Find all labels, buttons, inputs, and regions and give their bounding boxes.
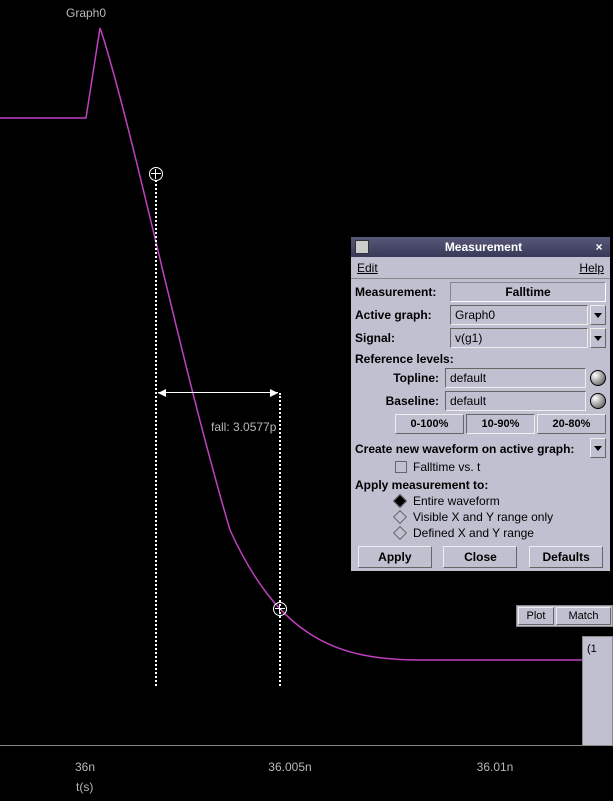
menu-help[interactable]: Help [579, 261, 604, 275]
menubar: Edit Help [351, 257, 610, 279]
pct-0-100-button[interactable]: 0-100% [395, 414, 464, 434]
radio-entire-waveform[interactable] [393, 494, 407, 508]
radio-entire-waveform-label: Entire waveform [413, 494, 500, 508]
tick-1: 36.005n [268, 760, 311, 774]
defaults-button[interactable]: Defaults [529, 546, 603, 568]
falltime-vs-t-checkbox[interactable] [395, 461, 407, 473]
window-icon [355, 240, 369, 254]
close-button[interactable]: Close [443, 546, 517, 568]
titlebar[interactable]: Measurement × [351, 237, 610, 257]
radio-visible-range-label: Visible X and Y range only [413, 510, 553, 524]
signal-dropdown[interactable] [590, 328, 606, 348]
x-axis-label: t(s) [76, 780, 93, 794]
active-graph-field[interactable]: Graph0 [450, 305, 588, 325]
tick-2: 36.01n [477, 760, 514, 774]
topline-label: Topline: [355, 371, 445, 385]
apply-to-label: Apply measurement to: [355, 478, 606, 492]
baseline-pick-button[interactable] [590, 393, 606, 409]
match-button[interactable]: Match [556, 607, 611, 625]
bg-panel-coord: (1 [582, 636, 613, 746]
signal-label: Signal: [355, 331, 450, 345]
radio-defined-range-label: Defined X and Y range [413, 526, 534, 540]
active-graph-label: Active graph: [355, 308, 450, 322]
measurement-value: Falltime [450, 282, 606, 302]
apply-button[interactable]: Apply [358, 546, 432, 568]
dotted-line-left [155, 180, 157, 686]
ref-levels-label: Reference levels: [355, 352, 606, 366]
falltime-vs-t-label: Falltime vs. t [413, 460, 480, 474]
plot-button[interactable]: Plot [518, 607, 554, 625]
signal-field[interactable]: v(g1) [450, 328, 588, 348]
pct-10-90-button[interactable]: 10-90% [466, 414, 535, 434]
create-waveform-label: Create new waveform on active graph: [355, 442, 588, 456]
menu-edit[interactable]: Edit [357, 261, 378, 275]
bg-panel-buttons: Plot Match [516, 605, 613, 627]
close-icon[interactable]: × [592, 240, 606, 254]
radio-visible-range[interactable] [393, 510, 407, 524]
marker-topline-cross [151, 169, 161, 179]
fall-annotation: fall: 3.0577p [211, 420, 276, 434]
dialog-title: Measurement [375, 240, 592, 254]
create-wf-dropdown[interactable] [590, 438, 606, 458]
baseline-label: Baseline: [355, 394, 445, 408]
measurement-arrow [158, 392, 278, 393]
active-graph-dropdown[interactable] [590, 305, 606, 325]
pct-20-80-button[interactable]: 20-80% [537, 414, 606, 434]
dotted-line-right [279, 393, 281, 686]
x-axis: 36n 36.005n 36.01n t(s) [0, 746, 613, 801]
topline-field[interactable]: default [445, 368, 586, 388]
tick-0: 36n [75, 760, 95, 774]
coord-text: (1 [587, 643, 597, 655]
measurement-dialog: Measurement × Edit Help Measurement: Fal… [350, 236, 611, 572]
measurement-label: Measurement: [355, 285, 450, 299]
topline-pick-button[interactable] [590, 370, 606, 386]
radio-defined-range[interactable] [393, 526, 407, 540]
baseline-field[interactable]: default [445, 391, 586, 411]
